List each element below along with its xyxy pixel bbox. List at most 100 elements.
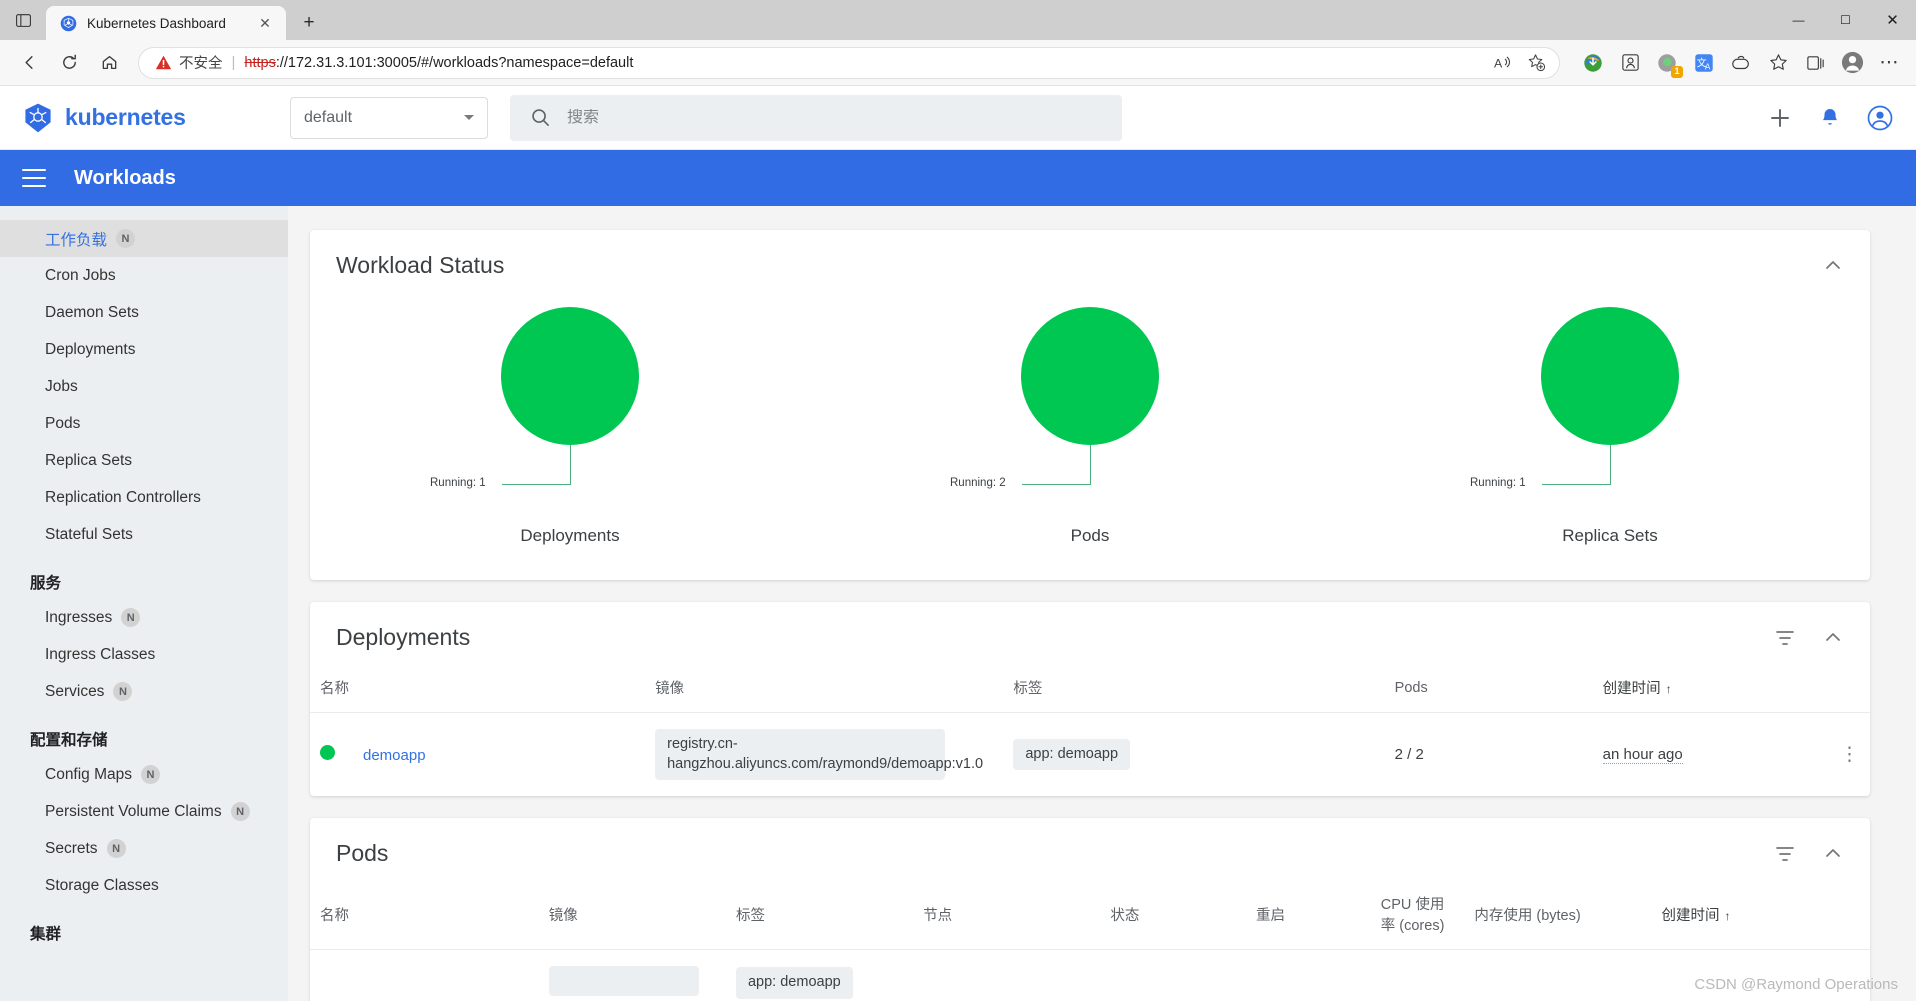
search-bar[interactable] bbox=[510, 94, 1122, 141]
column-header[interactable]: 状态 bbox=[1100, 867, 1246, 950]
sidebar-item-badge: N bbox=[230, 802, 250, 821]
more-vertical-icon[interactable]: ⋮ bbox=[1840, 744, 1860, 765]
sidebar-item-ingress-classes[interactable]: Ingress Classes bbox=[0, 636, 288, 673]
bell-icon[interactable] bbox=[1816, 104, 1844, 132]
search-input[interactable] bbox=[567, 108, 1102, 127]
namespace-value: default bbox=[304, 108, 353, 126]
column-header[interactable]: Pods bbox=[1385, 651, 1593, 713]
settings-more-icon[interactable]: ⋯ bbox=[1872, 46, 1906, 80]
chevron-up-icon[interactable] bbox=[1822, 255, 1844, 277]
sidebar-section-header: 服务 bbox=[30, 575, 62, 592]
browser-tab[interactable]: Kubernetes Dashboard ✕ bbox=[46, 6, 286, 40]
column-header[interactable]: 内存使用 (bytes) bbox=[1464, 867, 1651, 950]
minimize-button[interactable]: — bbox=[1775, 0, 1822, 40]
sidebar-item-storage-classes[interactable]: Storage Classes bbox=[0, 867, 288, 904]
label-chip: app: demoapp bbox=[1013, 738, 1131, 771]
browser-essentials-icon[interactable] bbox=[1613, 46, 1647, 80]
translate-icon[interactable]: 文A bbox=[1687, 46, 1721, 80]
namespace-selector[interactable]: default bbox=[290, 96, 488, 139]
sidebar-item-badge: N bbox=[116, 229, 136, 248]
home-icon[interactable] bbox=[90, 46, 128, 80]
browser-tab-title: Kubernetes Dashboard bbox=[87, 15, 226, 31]
back-arrow-icon[interactable] bbox=[10, 46, 48, 80]
favorites-icon[interactable] bbox=[1761, 46, 1795, 80]
close-icon[interactable]: ✕ bbox=[254, 12, 276, 34]
sidebar-item-label: Persistent Volume Claims bbox=[45, 802, 222, 820]
add-favorite-icon[interactable] bbox=[1521, 49, 1551, 77]
sidebar-item-persistent-volume-claims[interactable]: Persistent Volume Claims N bbox=[0, 793, 288, 830]
deployments-card-head: Deployments bbox=[310, 602, 1870, 651]
table-row[interactable]: app: demoapp bbox=[310, 949, 1870, 1001]
column-header[interactable]: 镜像 bbox=[539, 867, 726, 950]
pod-cell bbox=[1464, 949, 1652, 1001]
column-header[interactable]: 名称 bbox=[310, 651, 645, 713]
k8s-logo[interactable]: kubernetes bbox=[22, 102, 290, 134]
pods-table: 名称 镜像 标签 节点 状态 重启 CPU 使用率 (cores) 内存使用 (bytes) 创… bbox=[310, 867, 1870, 1001]
filter-icon[interactable] bbox=[1774, 627, 1796, 649]
table-row[interactable]: demoapp registry.cn-hangzhou.aliyuncs.com… bbox=[310, 712, 1870, 797]
collections-icon[interactable] bbox=[1798, 46, 1832, 80]
chart-title: Deployments bbox=[520, 526, 620, 545]
idm-extension-icon[interactable] bbox=[1576, 46, 1610, 80]
account-circle-icon[interactable] bbox=[1866, 104, 1894, 132]
sidebar-item-replica-sets[interactable]: Replica Sets bbox=[0, 442, 288, 479]
column-header[interactable]: 名称 bbox=[310, 867, 539, 950]
row-actions-cell: ⋮ bbox=[1812, 712, 1870, 797]
sidebar-item-daemon-sets[interactable]: Daemon Sets bbox=[0, 294, 288, 331]
deployments-title: Deployments bbox=[336, 624, 471, 650]
sidebar-item-services[interactable]: Services N bbox=[0, 673, 288, 710]
workload-chart-replica-sets: Running: 1 Replica Sets bbox=[1350, 307, 1870, 546]
sidebar-item-label: Cron Jobs bbox=[45, 266, 116, 284]
deployment-name-link[interactable]: demoapp bbox=[363, 747, 426, 764]
column-header[interactable]: 重启 bbox=[1246, 867, 1371, 950]
read-aloud-icon[interactable]: A bbox=[1487, 49, 1517, 77]
sidebar-item-pods[interactable]: Pods bbox=[0, 405, 288, 442]
sidebar-item-badge: N bbox=[121, 608, 141, 627]
sidebar-item-cron-jobs[interactable]: Cron Jobs bbox=[0, 257, 288, 294]
column-header[interactable]: 标签 bbox=[726, 867, 913, 950]
column-header[interactable]: 创建时间 ↑ bbox=[1593, 651, 1813, 713]
tab-list-icon[interactable] bbox=[0, 0, 46, 40]
sidebar-item-label: Stateful Sets bbox=[45, 525, 133, 543]
sidebar-item-secrets[interactable]: Secrets N bbox=[0, 830, 288, 867]
donut-slice-running bbox=[1541, 307, 1679, 445]
workload-chart-deployments: Running: 1 Deployments bbox=[310, 307, 830, 546]
omnibox-url[interactable]: https://172.31.3.101:30005/#/workloads?n… bbox=[244, 55, 1480, 71]
pod-labels-cell: app: demoapp bbox=[725, 949, 914, 1001]
sidebar-item-config-maps[interactable]: Config Maps N bbox=[0, 756, 288, 793]
column-header[interactable]: 镜像 bbox=[645, 651, 1003, 713]
pod-cell bbox=[1370, 949, 1465, 1001]
sidebar-item-deployments[interactable]: Deployments bbox=[0, 331, 288, 368]
sidebar-item-replication-controllers[interactable]: Replication Controllers bbox=[0, 479, 288, 516]
hamburger-menu-icon[interactable] bbox=[22, 169, 46, 187]
window-close-button[interactable]: ✕ bbox=[1869, 0, 1916, 40]
maximize-button[interactable]: ☐ bbox=[1822, 0, 1869, 40]
sidebar-item-ingresses[interactable]: Ingresses N bbox=[0, 599, 288, 636]
sidebar-item-workloads[interactable]: 工作负载 N bbox=[0, 220, 288, 257]
page-title: Workloads bbox=[74, 166, 176, 189]
chevron-up-icon[interactable] bbox=[1822, 843, 1844, 865]
column-header[interactable]: 节点 bbox=[913, 867, 1100, 950]
workload-status-card: Workload Status Running: 1 Deployments Run… bbox=[310, 230, 1870, 580]
chevron-up-icon[interactable] bbox=[1822, 627, 1844, 649]
column-header[interactable]: CPU 使用率 (cores) bbox=[1371, 867, 1465, 950]
column-header[interactable]: 创建时间 ↑ bbox=[1652, 867, 1818, 950]
omnibox[interactable]: 不安全 | https://172.31.3.101:30005/#/workl… bbox=[138, 46, 1560, 79]
leader-line-horizontal bbox=[1542, 484, 1610, 485]
copilot-icon[interactable] bbox=[1724, 46, 1758, 80]
sidebar-item-label: Replica Sets bbox=[45, 451, 133, 469]
topbar-actions bbox=[1766, 104, 1894, 132]
sidebar-item-stateful-sets[interactable]: Stateful Sets bbox=[0, 516, 288, 553]
extension-badge-icon[interactable]: 1 bbox=[1650, 46, 1684, 80]
reload-icon[interactable] bbox=[50, 46, 88, 80]
new-tab-button[interactable]: + bbox=[292, 8, 326, 38]
chart-title: Replica Sets bbox=[1562, 526, 1658, 545]
leader-line-vertical bbox=[570, 445, 571, 485]
sidebar-item-jobs[interactable]: Jobs bbox=[0, 368, 288, 405]
profile-icon[interactable] bbox=[1835, 46, 1869, 80]
column-header[interactable]: 标签 bbox=[1003, 651, 1384, 713]
security-warning-icon[interactable] bbox=[155, 54, 172, 71]
security-warning-text: 不安全 bbox=[179, 56, 223, 72]
filter-icon[interactable] bbox=[1774, 843, 1796, 865]
plus-icon[interactable] bbox=[1766, 104, 1794, 132]
